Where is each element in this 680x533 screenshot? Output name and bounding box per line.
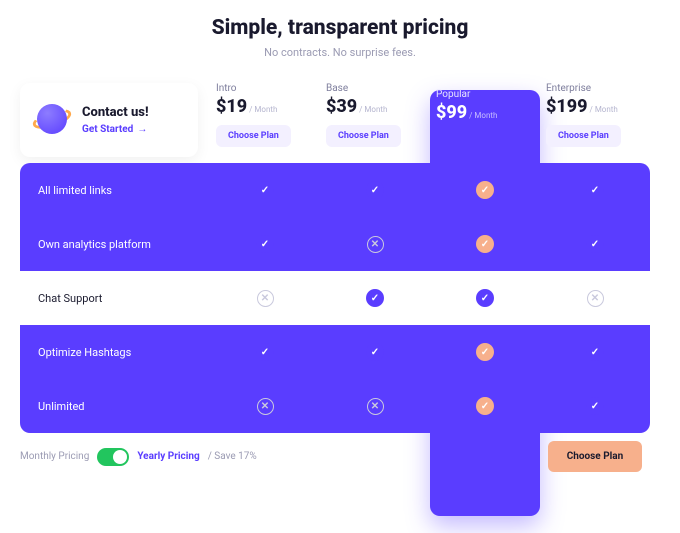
get-started-label: Get Started	[82, 124, 133, 135]
plan-head-base: Base $39/ Month Choose Plan	[320, 83, 430, 157]
feature-label: Own analytics platform	[20, 238, 210, 251]
feature-row: All limited links ✓ ✓ ✓ ✓	[20, 163, 650, 217]
choose-plan-button-base[interactable]: Choose Plan	[326, 125, 401, 147]
feature-cell: ✓	[320, 343, 430, 361]
feature-label: All limited links	[20, 184, 210, 197]
plan-head-popular: Popular $99/ Month	[430, 83, 540, 157]
plan-price: $19	[216, 96, 247, 117]
check-icon: ✓	[476, 343, 494, 361]
pricing-toggle-group: Monthly Pricing Yearly Pricing / Save 17…	[20, 448, 430, 466]
pricing-grid: Contact us! Get Started → Intro $19/ Mon…	[20, 83, 660, 433]
check-icon: ✓	[586, 343, 604, 361]
check-icon: ✓	[476, 289, 494, 307]
yearly-pricing-label: Yearly Pricing	[137, 451, 199, 462]
check-icon: ✓	[366, 343, 384, 361]
plan-price: $39	[326, 96, 357, 117]
plan-head-intro: Intro $19/ Month Choose Plan	[210, 83, 320, 157]
feature-label: Unlimited	[20, 400, 210, 413]
plan-period: / Month	[249, 105, 277, 114]
choose-plan-button-popular[interactable]: Choose Plan	[548, 441, 642, 472]
feature-row: Unlimited ✕ ✕ ✓ ✓	[20, 379, 650, 433]
check-icon: ✓	[366, 289, 384, 307]
feature-cell: ✓	[540, 235, 650, 253]
feature-cell: ✕	[320, 398, 430, 415]
feature-cell: ✓	[430, 397, 540, 415]
cross-icon: ✕	[367, 398, 384, 415]
contact-card: Contact us! Get Started →	[20, 83, 198, 157]
get-started-link[interactable]: Get Started →	[82, 124, 147, 135]
plan-head-enterprise: Enterprise $199/ Month Choose Plan	[540, 83, 650, 157]
feature-cell: ✓	[320, 289, 430, 307]
feature-label: Chat Support	[20, 292, 210, 305]
plan-period: / Month	[359, 105, 387, 114]
plan-name: Enterprise	[546, 83, 644, 94]
plan-name: Intro	[216, 83, 314, 94]
billing-toggle[interactable]	[97, 448, 129, 466]
choose-plan-button-enterprise[interactable]: Choose Plan	[546, 125, 621, 147]
check-icon: ✓	[586, 235, 604, 253]
plan-name: Base	[326, 83, 424, 94]
cross-icon: ✕	[257, 398, 274, 415]
feature-row: Optimize Hashtags ✓ ✓ ✓ ✓	[20, 325, 650, 379]
page-title: Simple, transparent pricing	[20, 16, 660, 40]
cross-icon: ✕	[587, 290, 604, 307]
check-icon: ✓	[256, 235, 274, 253]
feature-cell: ✕	[210, 398, 320, 415]
feature-row: Own analytics platform ✓ ✕ ✓ ✓	[20, 217, 650, 271]
check-icon: ✓	[586, 397, 604, 415]
feature-cell: ✓	[430, 343, 540, 361]
check-icon: ✓	[586, 181, 604, 199]
feature-cell: ✓	[430, 289, 540, 307]
feature-label: Optimize Hashtags	[20, 346, 210, 359]
cross-icon: ✕	[367, 236, 384, 253]
plan-period: / Month	[590, 105, 618, 114]
feature-row: Chat Support ✕ ✓ ✓ ✕	[20, 271, 650, 325]
check-icon: ✓	[256, 181, 274, 199]
feature-cell: ✓	[430, 181, 540, 199]
choose-plan-button-intro[interactable]: Choose Plan	[216, 125, 291, 147]
page-subtitle: No contracts. No surprise fees.	[20, 46, 660, 59]
feature-cell: ✓	[540, 397, 650, 415]
feature-cell: ✕	[320, 236, 430, 253]
cross-icon: ✕	[257, 290, 274, 307]
feature-cell: ✓	[210, 343, 320, 361]
check-icon: ✓	[256, 343, 274, 361]
check-icon: ✓	[366, 181, 384, 199]
feature-cell: ✓	[540, 181, 650, 199]
feature-cell: ✕	[540, 290, 650, 307]
feature-cell: ✕	[210, 290, 320, 307]
plan-name: Popular	[436, 89, 534, 100]
feature-cell: ✓	[210, 235, 320, 253]
check-icon: ✓	[476, 181, 494, 199]
arrow-right-icon: →	[137, 124, 147, 135]
feature-table: All limited links✓✓✓✓Own analytics platf…	[20, 163, 650, 433]
feature-cell: ✓	[320, 181, 430, 199]
plan-price: $199	[546, 96, 588, 117]
feature-cell: ✓	[540, 343, 650, 361]
contact-title: Contact us!	[82, 105, 149, 120]
plan-price: $99	[436, 102, 467, 123]
plan-period: / Month	[469, 111, 497, 120]
monthly-pricing-label: Monthly Pricing	[20, 451, 89, 462]
check-icon: ✓	[476, 235, 494, 253]
feature-cell: ✓	[210, 181, 320, 199]
feature-cell: ✓	[430, 235, 540, 253]
check-icon: ✓	[476, 397, 494, 415]
planet-icon	[32, 100, 72, 140]
save-pct-label: / Save 17%	[208, 451, 257, 462]
